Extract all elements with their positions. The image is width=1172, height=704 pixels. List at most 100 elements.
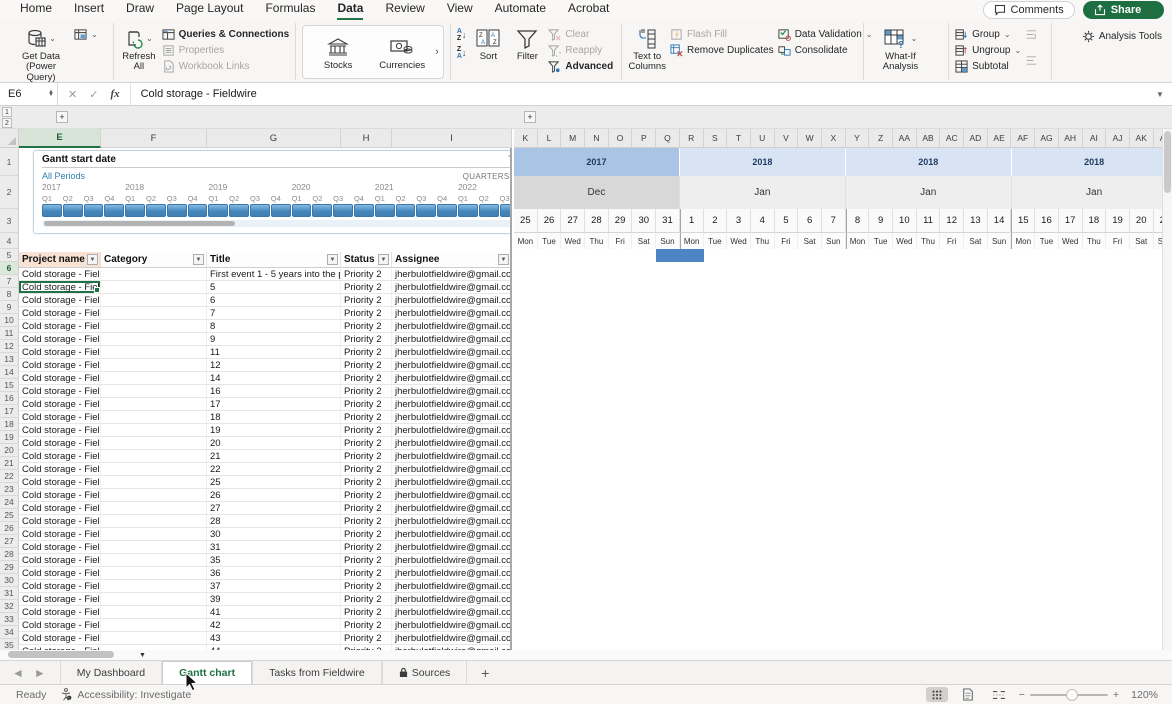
sort-za-button[interactable]: ZA↓ <box>457 46 467 60</box>
cell[interactable]: 37 <box>207 580 341 593</box>
stocks-button[interactable]: Stocks <box>307 33 369 71</box>
cell[interactable]: jherbulotfieldwire@gmail.com <box>392 398 512 411</box>
column-header-AF[interactable]: AF <box>1011 129 1035 148</box>
cell[interactable]: jherbulotfieldwire@gmail.com <box>392 632 512 645</box>
cell[interactable]: Cold storage - Fieldwire <box>19 281 101 294</box>
cell[interactable]: jherbulotfieldwire@gmail.com <box>392 593 512 606</box>
menu-tab-draw[interactable]: Draw <box>126 0 154 21</box>
cell[interactable]: 21 <box>207 450 341 463</box>
filter-button[interactable]: Filter <box>510 24 544 62</box>
row-header-13[interactable]: 13 <box>0 353 19 366</box>
cell[interactable] <box>101 281 207 294</box>
cell[interactable]: jherbulotfieldwire@gmail.com <box>392 619 512 632</box>
column-header-AI[interactable]: AI <box>1083 129 1107 148</box>
row-header-12[interactable]: 12 <box>0 340 19 353</box>
row-header-22[interactable]: 22 <box>0 470 19 483</box>
cell[interactable] <box>101 489 207 502</box>
cell[interactable]: jherbulotfieldwire@gmail.com <box>392 346 512 359</box>
row-header-14[interactable]: 14 <box>0 366 19 379</box>
slicer-selected-segment[interactable] <box>500 204 512 217</box>
cell[interactable]: jherbulotfieldwire@gmail.com <box>392 528 512 541</box>
column-header-U[interactable]: U <box>751 129 775 148</box>
cell[interactable]: Priority 2 <box>341 515 392 528</box>
cell-reference-box[interactable]: E6 ▲▼ <box>0 83 58 105</box>
cell[interactable]: jherbulotfieldwire@gmail.com <box>392 502 512 515</box>
cell[interactable]: 9 <box>207 333 341 346</box>
column-header-O[interactable]: O <box>609 129 633 148</box>
cell[interactable]: Priority 2 <box>341 528 392 541</box>
outline-level-1-button[interactable]: 1 <box>2 107 12 117</box>
column-header-H[interactable]: H <box>341 129 392 148</box>
share-button[interactable]: Share ⌄ <box>1083 1 1164 19</box>
cell[interactable]: Cold storage - Fieldwire <box>19 541 101 554</box>
cell[interactable]: Cold storage - Fieldwire <box>19 359 101 372</box>
clear-filter-icon[interactable] <box>508 154 512 165</box>
row-header-10[interactable]: 10 <box>0 314 19 327</box>
cell[interactable] <box>101 606 207 619</box>
zoom-level[interactable]: 120% <box>1128 689 1158 701</box>
cell[interactable] <box>101 307 207 320</box>
slicer-selection-bar[interactable] <box>42 204 512 217</box>
slicer-selected-segment[interactable] <box>188 204 208 217</box>
horizontal-scrollbar-thumb[interactable] <box>8 651 114 658</box>
table-header-title[interactable]: Title▼ <box>207 252 341 268</box>
cell[interactable]: 5 <box>207 281 341 294</box>
cell[interactable]: Cold storage - Fieldwire <box>19 528 101 541</box>
cell[interactable]: Priority 2 <box>341 476 392 489</box>
slicer-selected-segment[interactable] <box>208 204 228 217</box>
ungroup-button[interactable]: Ungroup⌄ <box>955 44 1021 57</box>
cell[interactable] <box>101 268 207 281</box>
cell[interactable]: 20 <box>207 437 341 450</box>
row-header-31[interactable]: 31 <box>0 587 19 600</box>
cell[interactable]: 25 <box>207 476 341 489</box>
column-header-AG[interactable]: AG <box>1035 129 1059 148</box>
cell[interactable]: jherbulotfieldwire@gmail.com <box>392 567 512 580</box>
cell[interactable]: Priority 2 <box>341 489 392 502</box>
row-header-27[interactable]: 27 <box>0 535 19 548</box>
column-header-W[interactable]: W <box>798 129 822 148</box>
column-header-F[interactable]: F <box>101 129 207 148</box>
slicer-scrollbar-thumb[interactable] <box>44 221 235 226</box>
cell[interactable]: jherbulotfieldwire@gmail.com <box>392 372 512 385</box>
advanced-filter-button[interactable]: Advanced <box>548 60 613 73</box>
row-header-5[interactable]: 5 <box>0 249 19 262</box>
row-header-4[interactable]: 4 <box>0 233 19 249</box>
row-header-8[interactable]: 8 <box>0 288 19 301</box>
column-header-I[interactable]: I <box>392 129 512 148</box>
cell[interactable]: jherbulotfieldwire@gmail.com <box>392 424 512 437</box>
slicer-selected-segment[interactable] <box>146 204 166 217</box>
cell[interactable]: Cold storage - Fieldwire <box>19 372 101 385</box>
cell[interactable]: Priority 2 <box>341 541 392 554</box>
get-data-button[interactable]: ⌄ Get Data (Power Query) <box>12 24 70 83</box>
remove-duplicates-button[interactable]: Remove Duplicates <box>670 44 774 57</box>
cell[interactable]: 6 <box>207 294 341 307</box>
expand-group-button-2[interactable]: + <box>524 111 536 123</box>
cell[interactable]: Priority 2 <box>341 502 392 515</box>
cell[interactable]: 26 <box>207 489 341 502</box>
cell[interactable] <box>101 320 207 333</box>
cell[interactable]: 30 <box>207 528 341 541</box>
row-header-21[interactable]: 21 <box>0 457 19 470</box>
cell[interactable] <box>101 463 207 476</box>
column-header-M[interactable]: M <box>561 129 585 148</box>
cell[interactable]: jherbulotfieldwire@gmail.com <box>392 411 512 424</box>
cell[interactable]: Priority 2 <box>341 359 392 372</box>
cell[interactable]: Cold storage - Fieldwire <box>19 385 101 398</box>
group-button[interactable]: Group⌄ <box>955 28 1021 41</box>
vertical-scrollbar[interactable] <box>1162 129 1172 650</box>
cell[interactable] <box>101 632 207 645</box>
cell[interactable]: 7 <box>207 307 341 320</box>
row-header-26[interactable]: 26 <box>0 522 19 535</box>
formula-input[interactable]: Cold storage - Fieldwire <box>131 88 1148 100</box>
menu-tab-insert[interactable]: Insert <box>74 0 104 21</box>
cell[interactable]: Priority 2 <box>341 385 392 398</box>
sort-az-button[interactable]: AZ↓ <box>457 28 467 42</box>
cell[interactable]: jherbulotfieldwire@gmail.com <box>392 541 512 554</box>
existing-connections-button[interactable]: ⌄ <box>74 28 98 41</box>
cell[interactable]: Priority 2 <box>341 619 392 632</box>
slicer-selected-segment[interactable] <box>250 204 270 217</box>
column-header-AH[interactable]: AH <box>1059 129 1083 148</box>
cell[interactable]: 28 <box>207 515 341 528</box>
reapply-filter-button[interactable]: Reapply <box>548 44 613 57</box>
show-detail-icon[interactable] <box>1025 28 1038 41</box>
